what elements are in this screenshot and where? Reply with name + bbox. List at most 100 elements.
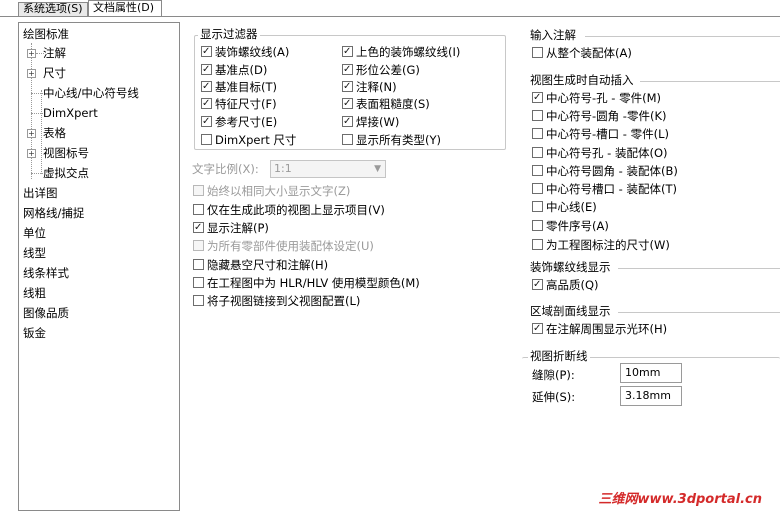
filter-geometric-tolerances-checkbox[interactable]: 形位公差(G) bbox=[342, 62, 420, 78]
tree-item-line-style[interactable]: 线条样式 bbox=[23, 265, 69, 281]
checkbox-icon[interactable] bbox=[532, 321, 543, 337]
checkbox-label: 中心符号-孔 - 零件(M) bbox=[546, 91, 662, 105]
checkbox-icon[interactable] bbox=[193, 185, 204, 196]
option-use-assembly-setting-checkbox[interactable]: 为所有零部件使用装配体设定(U) bbox=[193, 238, 374, 254]
tree-item-dimensions[interactable]: 尺寸 bbox=[43, 65, 66, 81]
chevron-down-icon[interactable]: ▼ bbox=[374, 161, 381, 177]
checkbox-icon[interactable] bbox=[532, 90, 543, 106]
extension-input[interactable]: 3.18mm bbox=[620, 386, 682, 406]
tree-item-sheet-metal[interactable]: 钣金 bbox=[23, 325, 46, 341]
expand-icon[interactable]: + bbox=[27, 129, 36, 138]
tab-system-options[interactable]: 系统选项(S) bbox=[18, 2, 88, 16]
checkbox-icon[interactable] bbox=[342, 44, 353, 60]
auto-insert-center-mark-fillets-assembly-checkbox[interactable]: 中心符号圆角 - 装配体(B) bbox=[532, 163, 678, 179]
filter-notes-checkbox[interactable]: 注释(N) bbox=[342, 79, 397, 95]
auto-insert-center-mark-holes-part-checkbox[interactable]: 中心符号-孔 - 零件(M) bbox=[532, 90, 661, 106]
checkbox-icon[interactable] bbox=[342, 96, 353, 112]
tree-item-virtual-sharps[interactable]: 虚拟交点 bbox=[43, 165, 89, 181]
checkbox-icon[interactable] bbox=[342, 79, 353, 95]
checkbox-icon[interactable] bbox=[193, 295, 204, 306]
checkbox-icon[interactable] bbox=[201, 134, 212, 145]
checkbox-icon[interactable] bbox=[532, 201, 543, 212]
filter-dimxpert-dimensions-checkbox[interactable]: DimXpert 尺寸 bbox=[201, 132, 296, 148]
filter-display-all-types-checkbox[interactable]: 显示所有类型(Y) bbox=[342, 132, 441, 148]
checkbox-icon[interactable] bbox=[532, 128, 543, 139]
tree-item-units[interactable]: 单位 bbox=[23, 225, 46, 241]
filter-cosmetic-thread-checkbox[interactable]: 装饰螺纹线(A) bbox=[201, 44, 289, 60]
option-display-annotations-checkbox[interactable]: 显示注解(P) bbox=[193, 220, 269, 236]
checkbox-icon[interactable] bbox=[532, 239, 543, 250]
checkbox-icon[interactable] bbox=[201, 114, 212, 130]
auto-insert-center-mark-slots-assembly-checkbox[interactable]: 中心符号槽口 - 装配体(T) bbox=[532, 181, 677, 197]
checkbox-icon[interactable] bbox=[193, 220, 204, 236]
checkbox-icon[interactable] bbox=[342, 62, 353, 78]
checkbox-icon[interactable] bbox=[193, 277, 204, 288]
checkbox-label: 从整个装配体(A) bbox=[546, 46, 632, 60]
tab-document-properties[interactable]: 文档属性(D) bbox=[88, 0, 162, 16]
expand-icon[interactable]: + bbox=[27, 149, 36, 158]
checkbox-label: 在工程图中为 HLR/HLV 使用模型颜色(M) bbox=[207, 276, 420, 290]
area-hatch-halo-checkbox[interactable]: 在注解周围显示光环(H) bbox=[532, 321, 667, 337]
checkbox-icon[interactable] bbox=[201, 79, 212, 95]
auto-insert-balloons-checkbox[interactable]: 零件序号(A) bbox=[532, 218, 609, 234]
filter-feature-dimensions-checkbox[interactable]: 特征尺寸(F) bbox=[201, 96, 277, 112]
auto-insert-title: 视图生成时自动插入 bbox=[530, 73, 634, 87]
expand-icon[interactable]: + bbox=[27, 49, 36, 58]
auto-insert-centerlines-checkbox[interactable]: 中心线(E) bbox=[532, 199, 597, 215]
checkbox-icon[interactable] bbox=[532, 110, 543, 121]
checkbox-icon[interactable] bbox=[201, 62, 212, 78]
tree-item-drafting-standard[interactable]: 绘图标准 bbox=[23, 26, 69, 42]
auto-insert-dimensions-marked-checkbox[interactable]: 为工程图标注的尺寸(W) bbox=[532, 237, 670, 253]
tree-item-annotations[interactable]: 注解 bbox=[43, 45, 66, 61]
option-fixed-size-text-checkbox[interactable]: 始终以相同大小显示文字(Z) bbox=[193, 183, 350, 199]
checkbox-icon[interactable] bbox=[193, 259, 204, 270]
tree-item-tables[interactable]: 表格 bbox=[43, 125, 66, 141]
option-model-colors-hlr-checkbox[interactable]: 在工程图中为 HLR/HLV 使用模型颜色(M) bbox=[193, 275, 420, 291]
checkbox-label: 为工程图标注的尺寸(W) bbox=[546, 238, 670, 252]
checkbox-icon[interactable] bbox=[532, 220, 543, 231]
gap-input[interactable]: 10mm bbox=[620, 363, 682, 383]
section-divider bbox=[640, 81, 780, 82]
option-display-items-only-in-created-view-checkbox[interactable]: 仅在生成此项的视图上显示项目(V) bbox=[193, 202, 385, 218]
tree-item-grid-snap[interactable]: 网格线/捕捉 bbox=[23, 205, 84, 221]
option-link-child-views-checkbox[interactable]: 将子视图链接到父视图配置(L) bbox=[193, 293, 360, 309]
auto-insert-center-mark-slots-part-checkbox[interactable]: 中心符号-槽口 - 零件(L) bbox=[532, 126, 669, 142]
filter-datum-targets-checkbox[interactable]: 基准目标(T) bbox=[201, 79, 277, 95]
cosmetic-thread-high-quality-checkbox[interactable]: 高品质(Q) bbox=[532, 277, 599, 293]
filter-welds-checkbox[interactable]: 焊接(W) bbox=[342, 114, 399, 130]
expand-icon[interactable]: + bbox=[27, 69, 36, 78]
checkbox-icon[interactable] bbox=[532, 165, 543, 176]
import-from-assembly-checkbox[interactable]: 从整个装配体(A) bbox=[532, 45, 632, 61]
checkbox-icon[interactable] bbox=[342, 114, 353, 130]
auto-insert-center-mark-fillets-part-checkbox[interactable]: 中心符号-圆角 -零件(K) bbox=[532, 108, 666, 124]
filter-reference-dimensions-checkbox[interactable]: 参考尺寸(E) bbox=[201, 114, 277, 130]
checkbox-icon[interactable] bbox=[201, 96, 212, 112]
checkbox-label: 参考尺寸(E) bbox=[215, 115, 278, 129]
filter-surface-finish-checkbox[interactable]: 表面粗糙度(S) bbox=[342, 96, 430, 112]
option-hide-dangling-checkbox[interactable]: 隐藏悬空尺寸和注解(H) bbox=[193, 257, 328, 273]
tree-item-dimxpert[interactable]: DimXpert bbox=[43, 105, 98, 121]
checkbox-icon[interactable] bbox=[342, 134, 353, 145]
tree-item-view-labels[interactable]: 视图标号 bbox=[43, 145, 89, 161]
checkbox-label: 表面粗糙度(S) bbox=[356, 97, 430, 111]
tree-item-image-quality[interactable]: 图像品质 bbox=[23, 305, 69, 321]
checkbox-label: DimXpert 尺寸 bbox=[215, 133, 297, 147]
tree-item-line-thickness[interactable]: 线粗 bbox=[23, 285, 46, 301]
tree-item-detailing[interactable]: 出详图 bbox=[23, 185, 58, 201]
text-scale-select[interactable]: 1:1 ▼ bbox=[270, 160, 386, 178]
checkbox-icon[interactable] bbox=[532, 277, 543, 293]
checkbox-icon[interactable] bbox=[532, 183, 543, 194]
checkbox-label: 中心符号-圆角 -零件(K) bbox=[546, 109, 667, 123]
tree-item-line-font[interactable]: 线型 bbox=[23, 245, 46, 261]
checkbox-icon[interactable] bbox=[193, 240, 204, 251]
checkbox-icon[interactable] bbox=[193, 204, 204, 215]
checkbox-icon[interactable] bbox=[532, 47, 543, 58]
checkbox-icon[interactable] bbox=[532, 147, 543, 158]
filter-shaded-cosmetic-thread-checkbox[interactable]: 上色的装饰螺纹线(I) bbox=[342, 44, 460, 60]
auto-insert-center-mark-holes-assembly-checkbox[interactable]: 中心符号孔 - 装配体(O) bbox=[532, 145, 668, 161]
filter-datums-checkbox[interactable]: 基准点(D) bbox=[201, 62, 267, 78]
import-annotations-title: 输入注解 bbox=[530, 28, 576, 42]
tree-guide-line bbox=[31, 43, 32, 179]
checkbox-icon[interactable] bbox=[201, 44, 212, 60]
tree-item-centerlines[interactable]: 中心线/中心符号线 bbox=[43, 85, 139, 101]
